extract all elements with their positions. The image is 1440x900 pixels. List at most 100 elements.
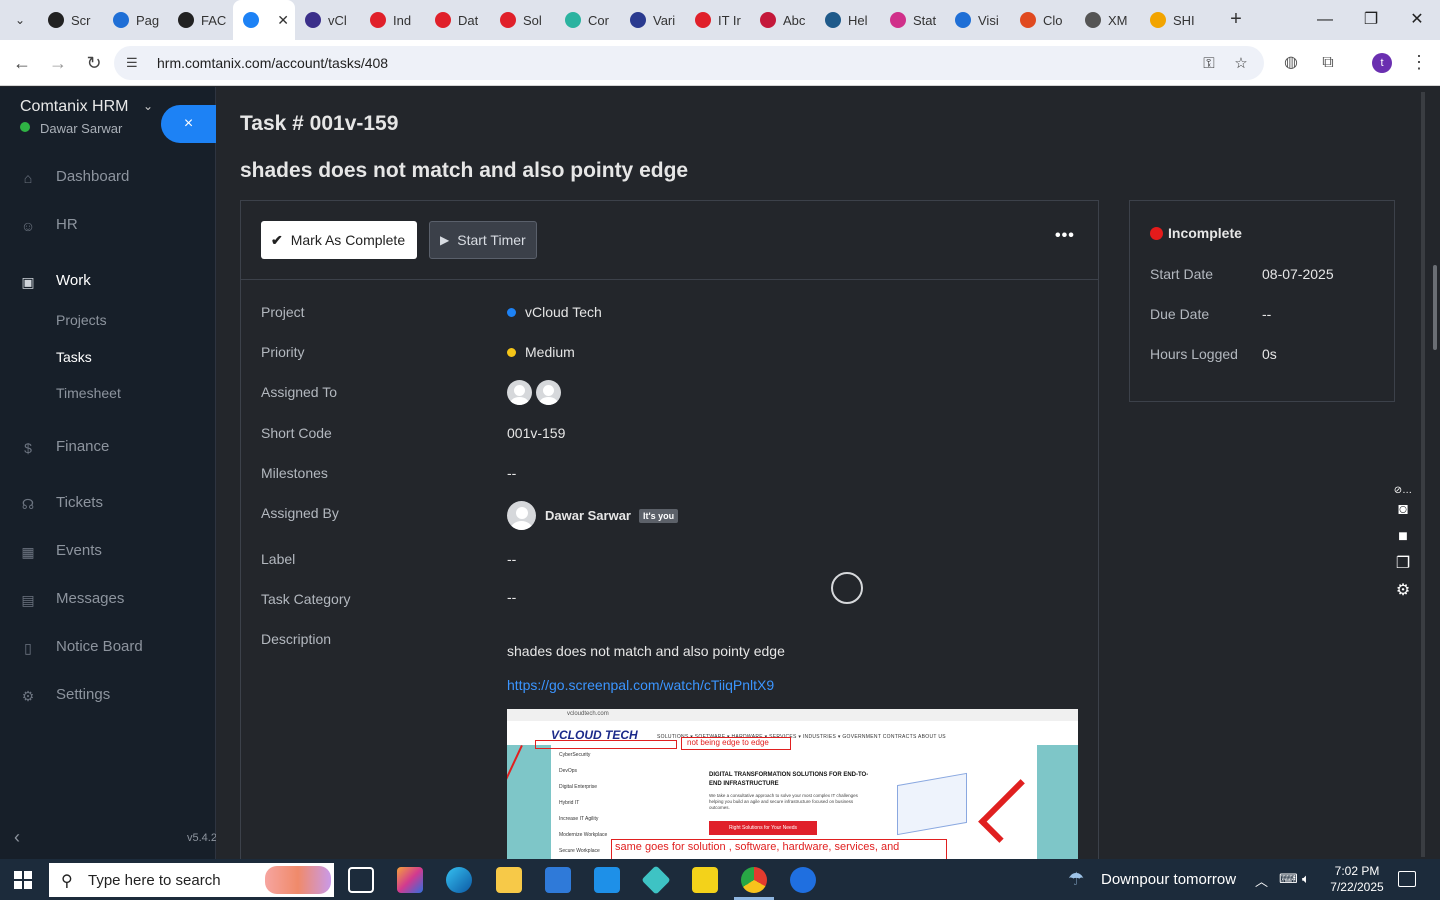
profile-avatar[interactable]: t [1372, 53, 1392, 73]
camera-icon[interactable]: ◙ [1393, 500, 1413, 520]
sidebar-item-messages[interactable]: ▤ Messages [0, 584, 215, 616]
browser-tab[interactable]: vCl [295, 0, 360, 40]
zoom-icon[interactable] [790, 867, 816, 893]
system-clock[interactable]: 7:02 PM 7/22/2025 [1330, 863, 1384, 895]
brand-name[interactable]: Comtanix HRM [20, 98, 128, 116]
sticky-notes-icon[interactable] [692, 867, 718, 893]
project-value[interactable]: vCloud Tech [507, 304, 602, 320]
sidebar-subitem-timesheet[interactable]: Timesheet [56, 385, 121, 401]
task-status-card: Incomplete Start Date 08-07-2025 Due Dat… [1129, 200, 1395, 402]
hours-logged-value: 0s [1262, 346, 1277, 362]
avatar[interactable] [536, 380, 561, 405]
sidebar-item-notice-board[interactable]: ▯ Notice Board [0, 632, 215, 664]
assigned-to-avatars [507, 380, 565, 405]
bookmark-star-icon[interactable]: ☆ [1232, 55, 1250, 73]
app-diamond-icon[interactable] [641, 865, 671, 895]
mail-icon[interactable] [594, 867, 620, 893]
thumb-right-panel [1037, 745, 1078, 859]
avatar[interactable] [507, 380, 532, 405]
description-link[interactable]: https://go.screenpal.com/watch/cTiiqPnlt… [507, 677, 774, 693]
tab-favicon-icon [305, 12, 321, 28]
copy-window-icon[interactable]: ❐ [1393, 554, 1413, 574]
sidebar-item-hr[interactable]: ☺ HR [0, 210, 215, 242]
pin-icon[interactable]: ⊘… [1393, 481, 1413, 501]
start-timer-button[interactable]: ▶ Start Timer [429, 221, 537, 259]
sidebar-item-dashboard[interactable]: ⌂ Dashboard [0, 162, 215, 194]
main-content: Task # 001v-159 shades does not match an… [216, 87, 1420, 859]
browser-tab[interactable]: Cor [555, 0, 620, 40]
notification-center-icon[interactable] [1398, 871, 1416, 887]
sidebar-subitem-tasks[interactable]: Tasks [56, 349, 92, 365]
description-label: Description [261, 631, 332, 647]
browser-tab[interactable]: Scr [38, 0, 103, 40]
browser-tab[interactable]: XM [1075, 0, 1140, 40]
sidebar-item-work[interactable]: ▣ Work [0, 266, 215, 298]
minimize-icon[interactable]: — [1310, 6, 1340, 34]
browser-tab[interactable]: Ind [360, 0, 425, 40]
weather-text[interactable]: Downpour tomorrow [1101, 871, 1236, 888]
project-color-dot [507, 307, 516, 317]
browser-tab[interactable]: Stat [880, 0, 945, 40]
taskbar-search-box[interactable]: ⚲ Type here to search [49, 863, 334, 897]
tab-search-icon[interactable]: ⌄ [8, 8, 32, 32]
scrollbar-thumb[interactable] [1433, 265, 1437, 350]
windows-start-icon[interactable] [14, 871, 32, 889]
collapse-sidebar-icon[interactable]: ‹ [14, 827, 20, 848]
browser-tab[interactable]: Pag [103, 0, 168, 40]
tab-favicon-icon [630, 12, 646, 28]
browser-tab[interactable]: IT Ir [685, 0, 750, 40]
browser-menu-icon[interactable]: ⋮ [1410, 52, 1428, 72]
browser-tab[interactable]: Vari [620, 0, 685, 40]
sidebar-item-events[interactable]: ▦ Events [0, 536, 215, 568]
sidebar: Comtanix HRM ⌄ Dawar Sarwar ⌂ Dashboard … [0, 87, 217, 859]
extensions-icon[interactable]: ⧉ [1318, 53, 1338, 73]
chevron-down-icon[interactable]: ⌄ [143, 99, 153, 113]
assigned-by-value[interactable]: Dawar Sarwar It's you [507, 501, 679, 530]
tab-close-icon[interactable]: ✕ [277, 12, 289, 29]
password-key-icon[interactable]: ⚿ [1200, 55, 1218, 73]
task-view-icon[interactable] [348, 867, 374, 893]
site-info-icon[interactable]: ☰ [126, 55, 142, 71]
volume-icon[interactable]: 🔈︎ [1302, 871, 1310, 887]
sidebar-item-label: Dashboard [56, 168, 130, 185]
sidebar-item-settings[interactable]: ⚙ Settings [0, 680, 215, 712]
more-options-icon[interactable]: ••• [1055, 227, 1075, 245]
video-camera-icon[interactable]: ■ [1393, 527, 1413, 547]
copilot-icon[interactable] [397, 867, 423, 893]
browser-tab[interactable]: SHI [1140, 0, 1205, 40]
sidebar-item-finance[interactable]: $ Finance [0, 432, 215, 464]
omnibox[interactable]: ☰ hrm.comtanix.com/account/tasks/408 ⚿ ☆ [114, 46, 1264, 80]
network-icon[interactable]: ⌨ [1279, 871, 1298, 887]
browser-tab[interactable]: Abc [750, 0, 815, 40]
file-explorer-icon[interactable] [496, 867, 522, 893]
milestones-label: Milestones [261, 465, 328, 481]
browser-tab[interactable]: FAC [168, 0, 233, 40]
sidebar-item-label: Finance [56, 438, 110, 455]
browser-tab[interactable]: Visi [945, 0, 1010, 40]
store-icon[interactable] [545, 867, 571, 893]
rain-cloud-icon[interactable]: ☂ [1068, 867, 1092, 891]
sidebar-subitem-projects[interactable]: Projects [56, 312, 107, 328]
browser-tab[interactable]: Sol [490, 0, 555, 40]
translate-icon[interactable]: ◍ [1281, 53, 1301, 73]
new-tab-button[interactable]: + [1225, 8, 1247, 30]
forward-icon[interactable]: → [46, 51, 70, 75]
edge-icon[interactable] [446, 867, 472, 893]
browser-tab[interactable]: Dat [425, 0, 490, 40]
reload-icon[interactable]: ↻ [82, 51, 106, 75]
restore-icon[interactable]: ❐ [1356, 6, 1386, 34]
tab-label: Clo [1043, 12, 1063, 28]
tray-chevron-icon[interactable]: ︿ [1255, 871, 1268, 890]
browser-tab[interactable]: Clo [1010, 0, 1075, 40]
mark-complete-button[interactable]: ✔ Mark As Complete [261, 221, 417, 259]
browser-tab[interactable]: ✕ [233, 0, 295, 40]
browser-tab[interactable]: Hel [815, 0, 880, 40]
close-window-icon[interactable]: ✕ [1402, 6, 1432, 34]
attachment-screenshot[interactable]: vcloudtech.com VCLOUD TECH SOLUTIONS ▾ S… [507, 709, 1078, 859]
scrollbar-track[interactable] [1421, 92, 1425, 857]
sidebar-item-tickets[interactable]: ☊ Tickets [0, 488, 215, 520]
chrome-icon[interactable] [741, 867, 767, 893]
back-icon[interactable]: ← [10, 51, 34, 75]
close-sidebar-button[interactable]: × [161, 105, 216, 143]
gear-icon[interactable]: ⚙ [1393, 581, 1413, 601]
